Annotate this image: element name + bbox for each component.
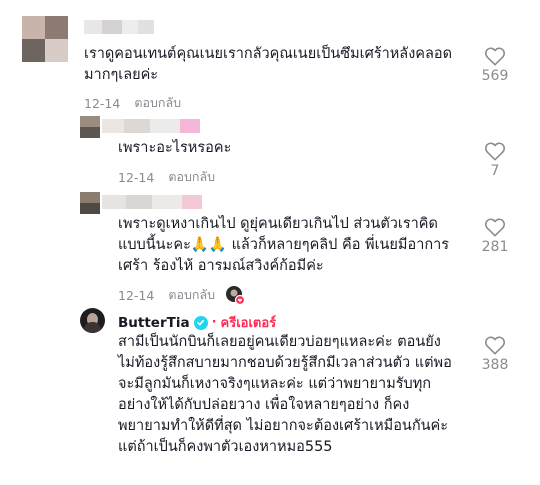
comment-meta: 12-14 ตอบกลับ <box>84 93 181 113</box>
comment-meta: 12-14 ตอบกลับ <box>118 285 246 305</box>
like-count: 281 <box>481 239 509 255</box>
like-button[interactable]: 388 <box>475 335 515 373</box>
comment-meta: 12-14 ตอบกลับ <box>118 167 215 187</box>
creator-separator: · <box>211 315 217 330</box>
blurred-username[interactable] <box>84 20 154 34</box>
like-count: 388 <box>481 357 509 373</box>
heart-outline-icon <box>485 47 505 66</box>
verified-check-icon <box>193 315 208 330</box>
comment-text: เราดูคอนเทนต์คุณเนยเรากลัวคุณเนยเป็นซึมเ… <box>84 46 452 83</box>
comment-text: เพราะอะไรหรอคะ <box>118 140 232 156</box>
blurred-username[interactable] <box>102 119 200 133</box>
comment-date: 12-14 <box>118 287 155 303</box>
comment-text: สามีเป็นนักบินก็เลยอยู่คนเดียวบ่อยๆแหละค… <box>118 334 452 455</box>
like-count: 7 <box>490 163 500 179</box>
avatar[interactable] <box>22 16 68 62</box>
avatar[interactable] <box>80 116 100 138</box>
creator-liked-badge-icon <box>226 286 246 305</box>
creator-badge: ครีเอเตอร์ <box>220 316 277 331</box>
like-button[interactable]: 281 <box>475 217 515 255</box>
heart-outline-icon <box>485 218 505 237</box>
creator-header: ButterTia · ครีเอเตอร์ <box>118 312 276 333</box>
heart-outline-icon <box>485 142 505 161</box>
like-button[interactable]: 569 <box>475 46 515 84</box>
blurred-username[interactable] <box>102 195 202 209</box>
reply-button[interactable]: ตอบกลับ <box>134 93 181 113</box>
avatar[interactable] <box>80 192 100 214</box>
like-count: 569 <box>481 68 509 84</box>
heart-outline-icon <box>485 336 505 355</box>
comment-date: 12-14 <box>84 95 121 111</box>
reply-button[interactable]: ตอบกลับ <box>168 285 215 305</box>
creator-avatar[interactable] <box>80 308 105 333</box>
reply-button[interactable]: ตอบกลับ <box>168 167 215 187</box>
creator-username[interactable]: ButterTia <box>118 315 190 331</box>
comment-date: 12-14 <box>118 169 155 185</box>
like-button[interactable]: 7 <box>475 141 515 179</box>
comment-text: เพราะดูเหงาเกินไป ดูยุ่คนเดียวเกินไป ส่ว… <box>118 216 450 274</box>
